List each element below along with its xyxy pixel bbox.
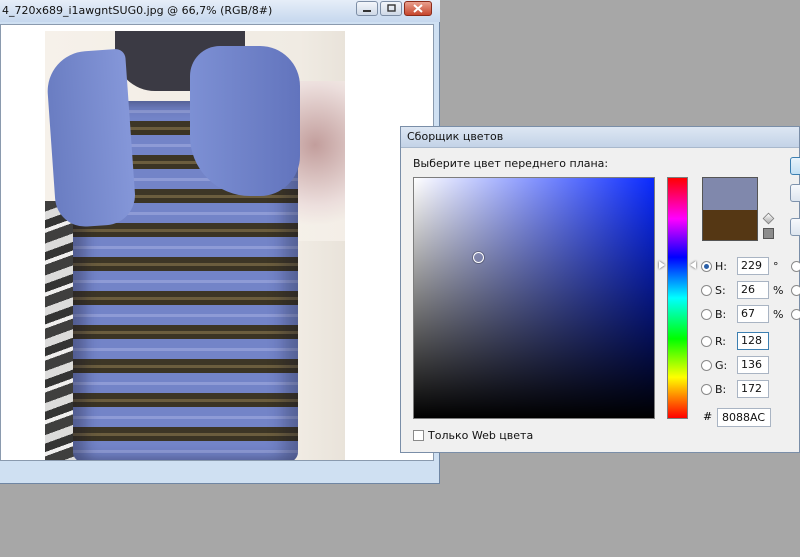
color-picker-title: Сборщик цветов (407, 130, 504, 143)
close-icon (413, 4, 423, 13)
hue-slider-left-arrow-icon[interactable] (659, 261, 665, 269)
brightness-radio[interactable] (701, 308, 712, 320)
ok-button[interactable] (790, 157, 800, 175)
green-label: G: (715, 358, 728, 372)
saturation-row: S: 26 % (701, 280, 787, 300)
minimize-icon (363, 9, 371, 12)
blue-row: B: 172 (701, 379, 769, 399)
web-colors-only-option[interactable]: Только Web цвета (413, 429, 533, 442)
brightness-input[interactable]: 67 (737, 305, 769, 323)
document-title-bar[interactable]: 4_720x689_i1awgntSUG0.jpg @ 66,7% (RGB/8… (0, 0, 440, 22)
jacket-left (45, 48, 138, 229)
brightness-unit: % (773, 307, 784, 321)
red-label: R: (715, 334, 727, 348)
color-field-cursor[interactable] (473, 252, 484, 263)
hue-label: H: (715, 259, 727, 273)
new-color-swatch (703, 178, 757, 210)
image-canvas[interactable] (0, 24, 434, 461)
web-safe-cube-icon[interactable] (762, 212, 775, 225)
web-colors-only-label: Только Web цвета (428, 429, 534, 442)
green-radio[interactable] (701, 359, 712, 371)
restore-icon (387, 4, 396, 12)
jacket-right (190, 46, 300, 196)
color-picker-title-bar[interactable]: Сборщик цветов (401, 127, 799, 148)
saturation-label: S: (715, 283, 726, 297)
red-row: R: 128 (701, 331, 769, 351)
green-input[interactable]: 136 (737, 356, 769, 374)
hex-prefix: # (703, 410, 713, 423)
lab-a-radio[interactable] (791, 285, 800, 296)
lab-l-radio[interactable] (791, 261, 800, 272)
hue-slider-right-arrow-icon[interactable] (690, 261, 696, 269)
brightness-label: B: (715, 307, 727, 321)
close-button[interactable] (404, 1, 432, 16)
hue-row: H: 229 ° (701, 256, 787, 276)
restore-button[interactable] (380, 1, 402, 16)
add-to-swatches-button[interactable] (790, 218, 800, 236)
hue-radio[interactable] (701, 260, 712, 272)
red-radio[interactable] (701, 335, 712, 347)
document-window: 4_720x689_i1awgntSUG0.jpg @ 66,7% (RGB/8… (0, 0, 440, 484)
minimize-button[interactable] (356, 1, 378, 16)
blue-radio[interactable] (701, 383, 712, 395)
dress-photo (45, 31, 345, 460)
hue-unit: ° (773, 259, 779, 273)
saturation-input[interactable]: 26 (737, 281, 769, 299)
hue-input[interactable]: 229 (737, 257, 769, 275)
hex-input[interactable]: 8088AC (717, 408, 771, 427)
blue-input[interactable]: 172 (737, 380, 769, 398)
document-title: 4_720x689_i1awgntSUG0.jpg @ 66,7% (RGB/8… (2, 4, 273, 17)
saturation-radio[interactable] (701, 284, 712, 296)
current-color-swatch[interactable] (703, 210, 757, 240)
brightness-row: B: 67 % (701, 304, 787, 324)
red-input[interactable]: 128 (737, 332, 769, 350)
web-colors-only-checkbox[interactable] (413, 430, 424, 441)
foreground-prompt: Выберите цвет переднего плана: (413, 157, 609, 170)
web-safe-swatch-icon[interactable] (763, 228, 774, 239)
color-picker-dialog: Сборщик цветов Выберите цвет переднего п… (400, 126, 800, 453)
color-comparison-swatch (702, 177, 758, 241)
lab-b-radio[interactable] (791, 309, 800, 320)
cancel-button[interactable] (790, 184, 800, 202)
color-field[interactable] (413, 177, 655, 419)
window-controls (356, 1, 432, 16)
green-row: G: 136 (701, 355, 769, 375)
hue-slider[interactable] (667, 177, 688, 419)
blue-label: B: (715, 382, 727, 396)
saturation-unit: % (773, 283, 784, 297)
